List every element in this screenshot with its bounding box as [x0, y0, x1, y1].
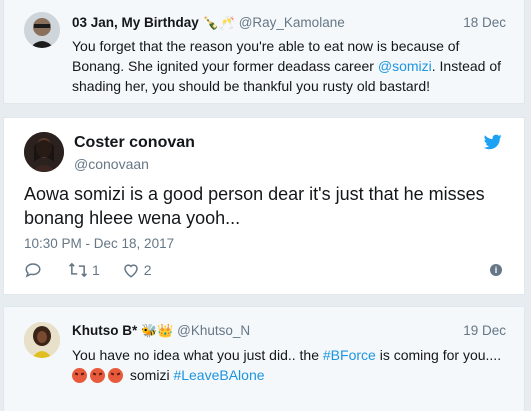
angry-face-icon [72, 368, 87, 383]
tweet-timestamp[interactable]: 10:30 PM - Dec 18, 2017 [24, 236, 174, 251]
tweet-header: Khutso B* 🐝👑 @Khutso_N [72, 323, 250, 339]
main-tweet: Coster conovan @conovaan Aowa somizi is … [3, 117, 525, 295]
reply-button[interactable] [24, 261, 46, 279]
hashtag-link[interactable]: #BForce [323, 347, 376, 363]
twitter-bird-icon[interactable] [484, 134, 502, 150]
tweet-date[interactable]: 19 Dec [463, 323, 506, 338]
like-button[interactable]: 2 [122, 261, 152, 279]
tweet-text: You have no idea what you just did.. the… [72, 345, 512, 385]
avatar[interactable] [24, 322, 60, 358]
reply-icon [25, 263, 41, 278]
tweet-text: Aowa somizi is a good person dear it's j… [24, 184, 485, 228]
heart-icon [124, 264, 138, 278]
hashtag-link[interactable]: #LeaveBAlone [173, 367, 264, 383]
mention-link[interactable]: @somizi [378, 58, 432, 74]
retweet-count: 1 [92, 262, 100, 278]
angry-face-icon [90, 368, 105, 383]
handle[interactable]: @Khutso_N [177, 323, 250, 338]
display-name[interactable]: Coster conovan [74, 134, 195, 152]
tweet-header: 03 Jan, My Birthday 🍾🥂 @Ray_Kamolane [72, 15, 345, 31]
avatar[interactable] [24, 132, 64, 172]
angry-face-icon [108, 368, 123, 383]
name-emojis: 🍾🥂 [202, 15, 235, 31]
handle[interactable]: @Ray_Kamolane [239, 15, 345, 30]
tweet-text-part: You have no idea what you just did.. the [72, 347, 323, 363]
display-name[interactable]: 03 Jan, My Birthday [72, 15, 199, 30]
retweet-icon [68, 262, 88, 278]
retweet-button[interactable]: 1 [68, 261, 100, 279]
tweet-text: You forget that the reason you're able t… [72, 36, 512, 96]
handle[interactable]: @conovaan [74, 156, 149, 172]
tweet-text-part: somizi [126, 367, 174, 383]
tweet-date[interactable]: 18 Dec [463, 15, 506, 30]
tweet-actions: 1 2 [24, 260, 174, 280]
display-name[interactable]: Khutso B* [72, 323, 137, 338]
reply-tweet-khutso[interactable]: Khutso B* 🐝👑 @Khutso_N 19 Dec You have n… [3, 306, 525, 411]
like-count: 2 [143, 262, 152, 278]
name-emojis: 🐝👑 [141, 323, 174, 339]
info-icon[interactable]: i [490, 264, 502, 276]
reply-tweet-ray[interactable]: 03 Jan, My Birthday 🍾🥂 @Ray_Kamolane 18 … [3, 0, 525, 104]
avatar[interactable] [24, 12, 60, 48]
tweet-text-part: is coming for you.... [375, 347, 502, 363]
